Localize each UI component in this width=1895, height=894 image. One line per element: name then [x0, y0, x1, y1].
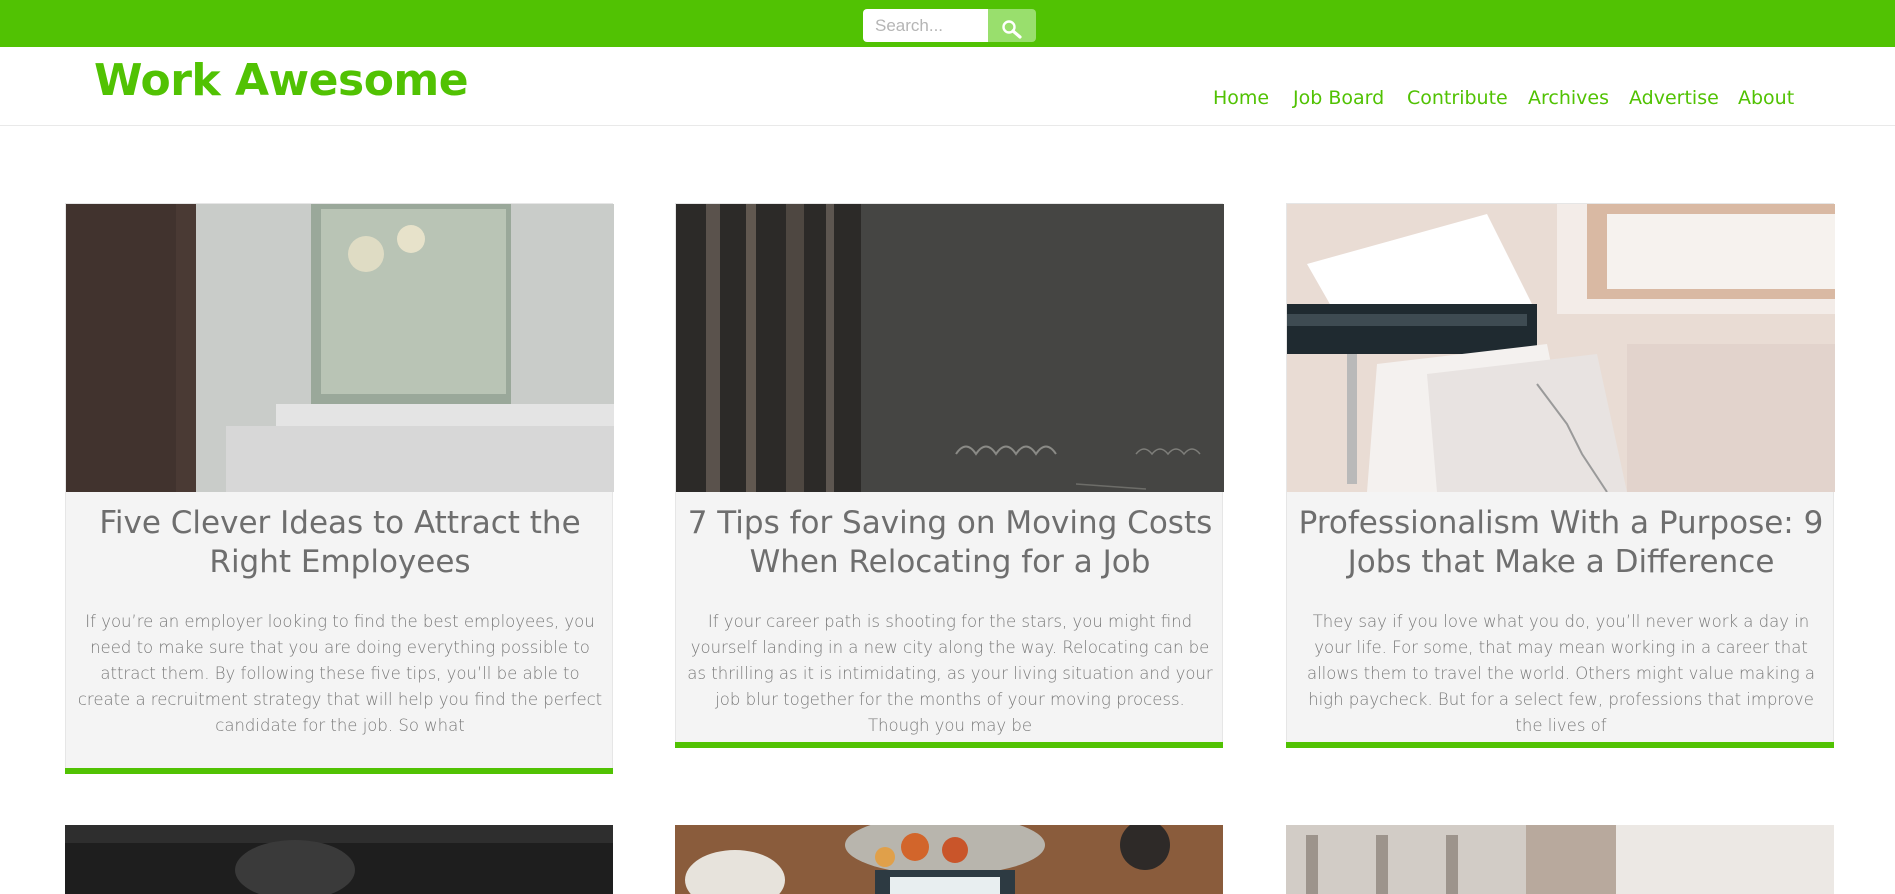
post-card[interactable]: Five Clever Ideas to Attract the Right E…: [65, 203, 614, 774]
nav-item-contribute[interactable]: Contribute: [1407, 87, 1508, 109]
post-excerpt: If your career path is shooting for the …: [687, 612, 1213, 735]
post-title[interactable]: Professionalism With a Purpose: 9 Jobs t…: [1293, 504, 1829, 582]
nav-item-about[interactable]: About: [1738, 87, 1794, 109]
post-image[interactable]: [1287, 204, 1835, 492]
post-image[interactable]: [676, 204, 1224, 492]
post-card[interactable]: [65, 825, 613, 894]
main-nav: Home Job Board Contribute Archives Adver…: [0, 87, 1895, 117]
nav-item-home[interactable]: Home: [1213, 87, 1269, 109]
search-input[interactable]: [863, 9, 988, 42]
post-excerpt: If you’re an employer looking to find th…: [77, 612, 603, 735]
search-form: [863, 9, 1036, 42]
nav-item-archives[interactable]: Archives: [1528, 87, 1609, 109]
post-image[interactable]: [65, 825, 613, 894]
post-image[interactable]: [675, 825, 1223, 894]
post-title[interactable]: Five Clever Ideas to Attract the Right E…: [72, 504, 608, 582]
search-button[interactable]: [988, 9, 1036, 42]
post-card[interactable]: [1286, 825, 1834, 894]
post-card[interactable]: Professionalism With a Purpose: 9 Jobs t…: [1286, 203, 1835, 748]
nav-item-job-board[interactable]: Job Board: [1293, 87, 1384, 109]
card-accent-bar: [1286, 742, 1834, 748]
post-image[interactable]: [1286, 825, 1834, 894]
site-header: Work Awesome Home Job Board Contribute A…: [0, 47, 1895, 126]
post-excerpt: They say if you love what you do, you’ll…: [1306, 612, 1816, 735]
post-card[interactable]: [675, 825, 1223, 894]
nav-item-advertise[interactable]: Advertise: [1629, 87, 1719, 109]
card-accent-bar: [675, 742, 1223, 748]
card-accent-bar: [65, 768, 613, 774]
search-icon: [988, 19, 1036, 39]
post-image[interactable]: [66, 204, 614, 492]
top-bar: [0, 0, 1895, 47]
post-title[interactable]: 7 Tips for Saving on Moving Costs When R…: [682, 504, 1218, 582]
post-card[interactable]: 7 Tips for Saving on Moving Costs When R…: [675, 203, 1224, 748]
